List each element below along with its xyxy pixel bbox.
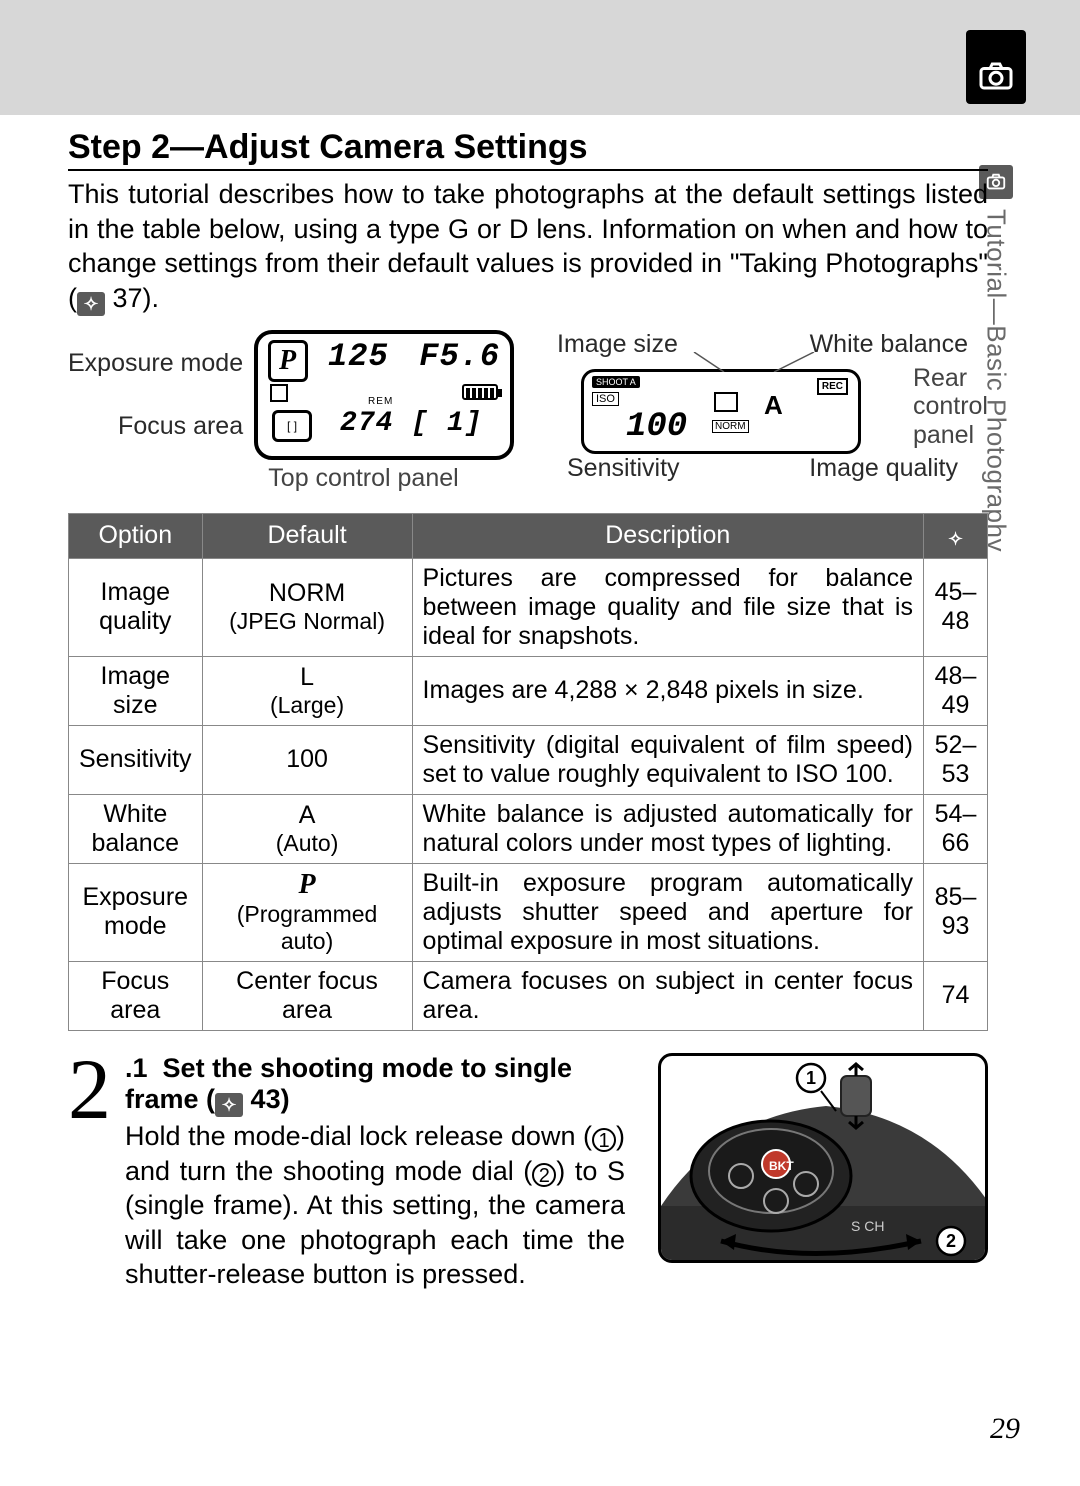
label-rear1: Rear (913, 364, 988, 393)
table-header-row: Option Default Description ✧ (69, 514, 988, 559)
lcd-p: P (279, 345, 297, 376)
table-row: Sensitivity 100 Sensitivity (digital equ… (69, 725, 988, 794)
label-image-quality: Image quality (809, 454, 958, 483)
thumb-tab (966, 30, 1026, 104)
cell-default: Center focus area (202, 961, 412, 1030)
th-option: Option (69, 514, 203, 559)
cell-description: White balance is adjusted automatically … (412, 794, 923, 863)
cell-option: Image quality (69, 558, 203, 656)
page-ref-icon: ✧ (77, 292, 105, 316)
table-row: Exposure mode P(Programmed auto) Built-i… (69, 863, 988, 961)
label-rear2: control (913, 392, 988, 421)
cell-description: Images are 4,288 × 2,848 pixels in size. (412, 656, 923, 725)
cell-pages: 74 (924, 961, 988, 1030)
rear-shoot: SHOOT A (592, 376, 640, 388)
cell-option: Exposure mode (69, 863, 203, 961)
lcd-count: 274 [ 1] (340, 408, 482, 439)
callout-1-icon: 1 (592, 1128, 616, 1152)
cell-default: L(Large) (202, 656, 412, 725)
cell-pages: 48–49 (924, 656, 988, 725)
control-panel-diagrams: Exposure mode Focus area P 125 F5.6 [ ] … (68, 330, 988, 493)
rear-norm: NORM (712, 420, 749, 433)
cell-pages: 54–66 (924, 794, 988, 863)
cell-description: Sensitivity (digital equivalent of film … (412, 725, 923, 794)
top-gray-band (0, 0, 1080, 115)
svg-text:1: 1 (806, 1068, 816, 1088)
cell-description: Built-in exposure program automatically … (412, 863, 923, 961)
cell-description: Camera focuses on subject in center focu… (412, 961, 923, 1030)
lcd-aperture: F5.6 (419, 338, 500, 375)
top-lcd-panel: P 125 F5.6 [ ] REM 274 [ 1] (254, 330, 514, 460)
cell-option: White balance (69, 794, 203, 863)
intro-paragraph: This tutorial describes how to take phot… (68, 177, 988, 316)
cell-pages: 52–53 (924, 725, 988, 794)
substep-body-text: Hold the mode-dial lock release down (1)… (125, 1119, 625, 1292)
label-focus-area: Focus area (68, 412, 243, 441)
svg-text:S CH: S CH (851, 1218, 884, 1234)
page-number: 29 (990, 1412, 1020, 1446)
callout-2-icon: 2 (532, 1163, 556, 1187)
rear-a: A (764, 390, 783, 421)
cell-option: Sensitivity (69, 725, 203, 794)
rear-lcd-panel: SHOOT A ISO 100 NORM A REC (581, 369, 861, 454)
cell-pages: 85–93 (924, 863, 988, 961)
cell-default: A(Auto) (202, 794, 412, 863)
cell-pages: 45–48 (924, 558, 988, 656)
label-rear3: panel (913, 421, 988, 450)
lcd-shutter: 125 (328, 338, 389, 375)
cell-description: Pictures are compressed for balance betw… (412, 558, 923, 656)
cell-option: Focus area (69, 961, 203, 1030)
lcd-rem: REM (368, 396, 393, 407)
page-ref-icon: ✧ (215, 1093, 243, 1117)
th-description: Description (412, 514, 923, 559)
step-title: Step 2—Adjust Camera Settings (68, 128, 988, 171)
camera-icon (978, 58, 1014, 94)
table-row: Image quality NORM(JPEG Normal) Pictures… (69, 558, 988, 656)
cell-default: 100 (202, 725, 412, 794)
table-row: Focus area Center focus area Camera focu… (69, 961, 988, 1030)
substep-2-1: 2 .1 Set the shooting mode to single fra… (68, 1053, 988, 1292)
th-default: Default (202, 514, 412, 559)
mode-dial-illustration: BKT S CH 1 2 (658, 1053, 988, 1263)
big-step-number: 2 (68, 1051, 111, 1128)
table-row: White balance A(Auto) White balance is a… (69, 794, 988, 863)
intro-text: This tutorial describes how to take phot… (68, 179, 988, 313)
table-row: Image size L(Large) Images are 4,288 × 2… (69, 656, 988, 725)
cell-option: Image size (69, 656, 203, 725)
label-sensitivity: Sensitivity (567, 454, 680, 483)
cell-default: NORM(JPEG Normal) (202, 558, 412, 656)
intro-ref: 37). (113, 283, 160, 313)
substep-title: .1 Set the shooting mode to single frame… (125, 1053, 644, 1118)
svg-text:2: 2 (946, 1231, 956, 1251)
cell-default: P(Programmed auto) (202, 863, 412, 961)
label-exposure-mode: Exposure mode (68, 349, 243, 378)
rear-rec: REC (817, 378, 848, 395)
rear-iso: ISO (592, 392, 619, 406)
svg-text:BKT: BKT (769, 1159, 794, 1173)
label-top-panel: Top control panel (208, 464, 519, 493)
settings-table: Option Default Description ✧ Image quali… (68, 513, 988, 1031)
rear-100: 100 (626, 408, 687, 446)
th-page: ✧ (924, 514, 988, 559)
